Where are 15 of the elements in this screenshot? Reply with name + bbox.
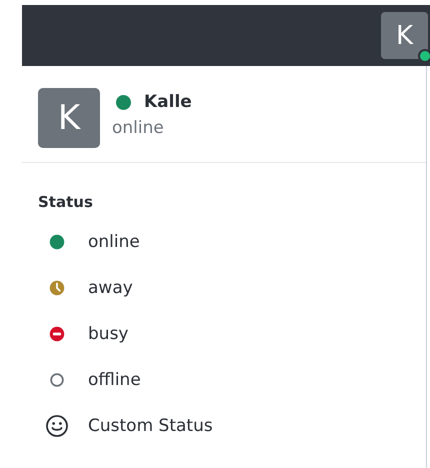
- user-avatar: K: [38, 88, 100, 148]
- menu-item[interactable]: away: [22, 265, 426, 311]
- menu-item[interactable]: Custom Status: [22, 403, 426, 449]
- smiley-icon: [45, 414, 69, 438]
- menu-item[interactable]: online: [22, 219, 426, 265]
- status-dot-icon: [48, 233, 66, 251]
- avatar-button[interactable]: K: [381, 12, 428, 59]
- menu-item[interactable]: offline: [22, 357, 426, 403]
- clock-icon: [48, 279, 66, 297]
- section-heading: Status: [37, 192, 94, 213]
- user-status: online: [112, 118, 165, 138]
- circle-icon: [48, 371, 66, 389]
- user-name: Kalle: [144, 92, 192, 112]
- minus-circle-icon: [48, 325, 66, 343]
- menu-item[interactable]: busy: [22, 311, 426, 357]
